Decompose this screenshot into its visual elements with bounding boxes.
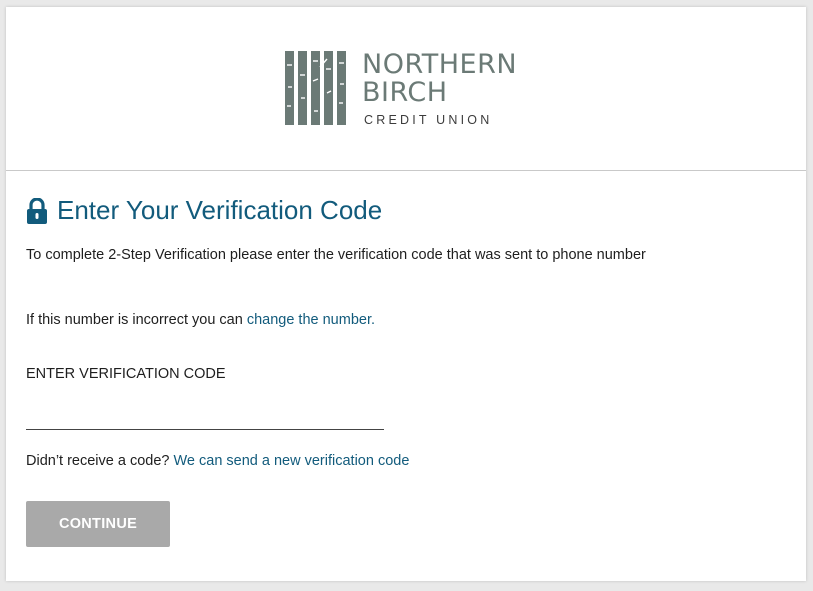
change-number-text: If this number is incorrect you can chan…	[26, 312, 375, 328]
continue-button[interactable]: CONTINUE	[26, 501, 170, 547]
verification-card: NORTHERN BIRCH CREDIT UNION Enter Your V…	[6, 7, 806, 581]
change-number-link[interactable]: change the number.	[247, 312, 375, 328]
brand-name-line-2: BIRCH	[362, 77, 448, 108]
verification-code-label: ENTER VERIFICATION CODE	[26, 366, 226, 382]
verification-instructions: To complete 2-Step Verification please e…	[26, 247, 646, 263]
logo-header: NORTHERN BIRCH CREDIT UNION	[6, 7, 806, 171]
verification-code-input[interactable]	[26, 403, 384, 430]
brand-name-line-1: NORTHERN	[362, 49, 518, 80]
resend-prefix: Didn’t receive a code?	[26, 453, 174, 469]
northern-birch-logo: NORTHERN BIRCH CREDIT UNION	[285, 47, 535, 132]
lock-icon	[27, 197, 47, 224]
resend-code-text: Didn’t receive a code? We can send a new…	[26, 453, 409, 469]
resend-code-link[interactable]: We can send a new verification code	[174, 453, 410, 469]
change-number-prefix: If this number is incorrect you can	[26, 312, 247, 328]
page-title: Enter Your Verification Code	[57, 195, 383, 225]
birch-trees-icon	[285, 51, 346, 125]
brand-tagline: CREDIT UNION	[364, 113, 493, 127]
page-heading: Enter Your Verification Code	[26, 195, 382, 226]
